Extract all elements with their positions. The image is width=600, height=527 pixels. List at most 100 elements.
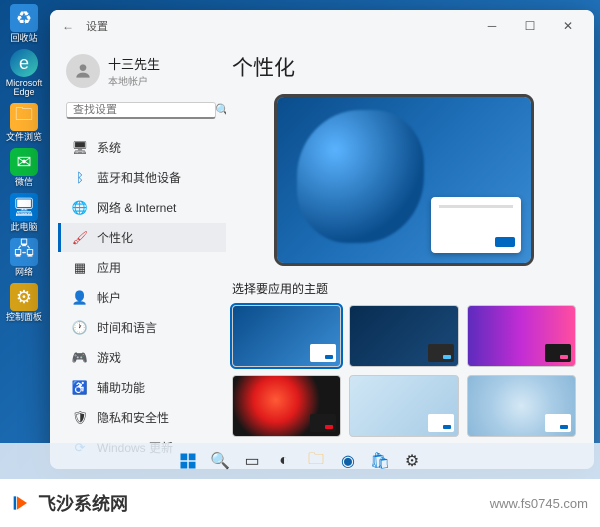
user-type: 本地帐户	[108, 73, 160, 88]
nav-list: 🖥 系统 ᛒ 蓝牙和其他设备 🌐 网络 & Internet 🖌 个性化 ▦ 应用 👤 帐户…	[58, 133, 226, 462]
desktop-icon-wechat[interactable]: ✉ 微信	[4, 148, 44, 187]
theme-window-mock	[310, 344, 336, 362]
window-title: 设置	[86, 18, 108, 34]
desktop-icon-controlpanel[interactable]: ⚙ 控制面板	[4, 283, 44, 322]
theme-window-mock	[545, 414, 571, 432]
desktop-icon-network[interactable]: 🖧 网络	[4, 238, 44, 277]
titlebar: ← 设置 ─ ☐ ✕	[50, 10, 594, 42]
sidebar-item-system[interactable]: 🖥 系统	[58, 133, 226, 162]
recycle-icon: ♻	[10, 4, 38, 32]
desktop-icons: ♻ 回收站 e Microsoft Edge 🗀 文件浏览 ✉ 微信 🖥 此电脑…	[4, 4, 44, 322]
watermark-url: www.fs0745.com	[490, 496, 588, 511]
sidebar: 十三先生 本地帐户 🔍 🖥 系统 ᛒ 蓝牙和其他设备 🌐 网络 & Internet …	[50, 42, 226, 469]
search-input[interactable]: 🔍	[66, 102, 216, 119]
sidebar-item-accessibility[interactable]: ♿辅助功能	[58, 373, 226, 402]
theme-window-mock	[428, 344, 454, 362]
sidebar-item-label: 蓝牙和其他设备	[97, 169, 181, 186]
maximize-button[interactable]: ☐	[512, 12, 548, 40]
page-title: 个性化	[232, 52, 576, 82]
taskbar-settings-icon[interactable]: ⚙	[401, 450, 423, 472]
main-content: 个性化 选择要应用的主题	[226, 42, 594, 469]
theme-flow[interactable]	[467, 375, 576, 437]
taskbar-taskview-icon[interactable]: ▭	[241, 450, 263, 472]
wallpaper-preview[interactable]	[274, 94, 534, 266]
sidebar-item-bluetooth[interactable]: ᛒ 蓝牙和其他设备	[58, 163, 226, 192]
taskbar-edge-icon[interactable]: ◉	[337, 450, 359, 472]
themes-grid	[232, 305, 576, 437]
watermark-bar: 飞沙系统网 www.fs0745.com	[0, 479, 600, 527]
desktop-icon-recycle[interactable]: ♻ 回收站	[4, 4, 44, 43]
time-language-icon: 🕐	[71, 320, 89, 336]
folder-icon: 🗀	[10, 103, 38, 131]
close-button[interactable]: ✕	[550, 12, 586, 40]
back-button[interactable]: ←	[58, 19, 78, 33]
sidebar-item-label: 时间和语言	[97, 319, 157, 336]
privacy-icon: 🛡	[71, 410, 89, 426]
desktop-icon-label: 此电脑	[10, 223, 37, 232]
user-name: 十三先生	[108, 54, 160, 73]
theme-sunrise[interactable]	[349, 375, 458, 437]
taskbar: 🔍 ▭ ◐ 🗀 ◉ 🛍 ⚙	[0, 443, 600, 479]
theme-window-mock	[545, 344, 571, 362]
search-field[interactable]	[73, 104, 215, 116]
pc-icon: 🖥	[10, 193, 38, 221]
sidebar-item-personalization[interactable]: 🖌 个性化	[58, 223, 226, 252]
desktop-icon-edge[interactable]: e Microsoft Edge	[4, 49, 44, 97]
taskbar-explorer-icon[interactable]: 🗀	[305, 450, 327, 472]
theme-window-mock	[428, 414, 454, 432]
theme-glow[interactable]	[467, 305, 576, 367]
window-controls: ─ ☐ ✕	[474, 12, 586, 40]
system-icon: 🖥	[71, 140, 89, 156]
desktop-icon-label: 控制面板	[6, 313, 42, 322]
accessibility-icon: ♿	[71, 380, 89, 396]
theme-windows-light[interactable]	[232, 305, 341, 367]
watermark-text: 飞沙系统网	[38, 490, 128, 516]
desktop-icon-folder[interactable]: 🗀 文件浏览	[4, 103, 44, 142]
desktop-icon-label: 文件浏览	[6, 133, 42, 142]
network-icon: 🌐	[71, 200, 89, 216]
sidebar-item-label: 个性化	[97, 229, 133, 246]
sidebar-item-label: 系统	[97, 139, 121, 156]
network-icon: 🖧	[10, 238, 38, 266]
minimize-button[interactable]: ─	[474, 12, 510, 40]
sidebar-item-label: 隐私和安全性	[97, 409, 169, 426]
accounts-icon: 👤	[71, 290, 89, 306]
sidebar-item-accounts[interactable]: 👤 帐户	[58, 283, 226, 312]
search-icon: 🔍	[215, 103, 226, 117]
sidebar-item-network[interactable]: 🌐 网络 & Internet	[58, 193, 226, 222]
theme-captured-motion[interactable]	[232, 375, 341, 437]
sidebar-item-label: 游戏	[97, 349, 121, 366]
taskbar-search-icon[interactable]: 🔍	[209, 450, 231, 472]
watermark-logo-icon	[12, 493, 32, 513]
personalization-icon: 🖌	[71, 230, 89, 246]
edge-icon: e	[10, 49, 38, 77]
sidebar-item-label: 应用	[97, 259, 121, 276]
desktop-icon-pc[interactable]: 🖥 此电脑	[4, 193, 44, 232]
desktop-icon-label: 微信	[15, 178, 33, 187]
taskbar-widgets-icon[interactable]: ◐	[273, 450, 295, 472]
user-row[interactable]: 十三先生 本地帐户	[58, 50, 226, 96]
avatar	[66, 54, 100, 88]
sidebar-item-label: 网络 & Internet	[97, 199, 176, 216]
taskbar-store-icon[interactable]: 🛍	[369, 450, 391, 472]
settings-window: ← 设置 ─ ☐ ✕ 十三先生 本地帐户 🔍 🖥 系统	[50, 10, 594, 469]
sidebar-item-time[interactable]: 🕐 时间和语言	[58, 313, 226, 342]
sidebar-item-apps[interactable]: ▦ 应用	[58, 253, 226, 282]
theme-windows-dark[interactable]	[349, 305, 458, 367]
apps-icon: ▦	[71, 260, 89, 276]
wallpaper-swirl	[297, 110, 424, 243]
gaming-icon: 🎮	[71, 350, 89, 366]
wechat-icon: ✉	[10, 148, 38, 176]
window-mock	[431, 197, 521, 253]
start-button[interactable]	[177, 450, 199, 472]
theme-window-mock	[310, 414, 336, 432]
desktop-icon-label: 回收站	[10, 34, 37, 43]
desktop-icon-label: 网络	[15, 268, 33, 277]
themes-heading: 选择要应用的主题	[232, 280, 576, 297]
sidebar-item-privacy[interactable]: 🛡 隐私和安全性	[58, 403, 226, 432]
sidebar-item-gaming[interactable]: 🎮 游戏	[58, 343, 226, 372]
sidebar-item-label: 帐户	[97, 289, 121, 306]
control-panel-icon: ⚙	[10, 283, 38, 311]
bluetooth-icon: ᛒ	[71, 170, 89, 185]
desktop-icon-label: Microsoft Edge	[4, 79, 44, 97]
